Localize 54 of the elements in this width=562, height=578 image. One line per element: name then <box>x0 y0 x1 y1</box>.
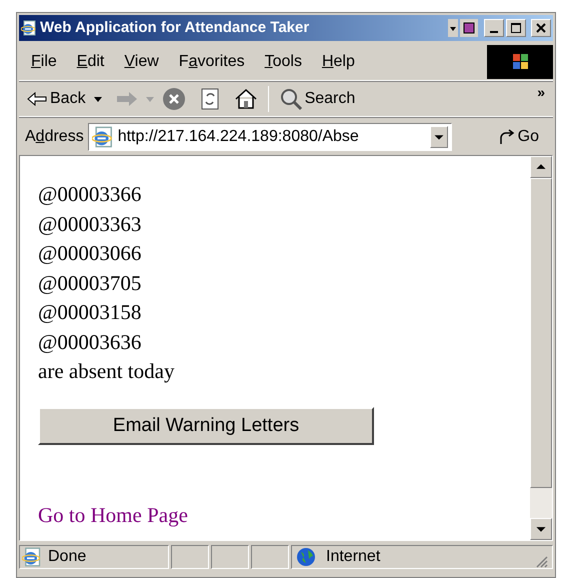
refresh-icon[interactable] <box>200 88 220 110</box>
absence-message: are absent today <box>38 358 176 385</box>
minimize-button[interactable] <box>484 19 504 37</box>
stop-icon[interactable] <box>162 87 186 111</box>
go-button[interactable]: Go <box>498 124 539 148</box>
grid-icon[interactable] <box>460 19 478 37</box>
dropdown-icon[interactable] <box>94 96 102 102</box>
menu-item[interactable]: File <box>31 50 57 74</box>
address-field[interactable]: http://217.164.224.189:8080/Abse <box>88 122 452 150</box>
home-icon[interactable] <box>234 88 258 110</box>
scroll-up-icon[interactable] <box>530 156 552 178</box>
go-arrow-icon <box>498 128 516 146</box>
status-panel <box>211 545 249 569</box>
menu-item[interactable]: Favorites <box>178 50 245 74</box>
email-warning-button[interactable]: Email Warning Letters <box>38 406 374 444</box>
dropdown-icon[interactable] <box>448 19 458 37</box>
student-id: @00003363 <box>38 210 142 238</box>
menu-item[interactable]: Help <box>322 50 355 74</box>
search-icon <box>278 87 303 111</box>
student-id: @00003158 <box>38 299 142 326</box>
browser-icon <box>21 20 37 36</box>
scroll-down-icon[interactable] <box>530 518 552 540</box>
windows-logo-icon <box>487 44 553 78</box>
scroll-thumb[interactable] <box>530 178 552 488</box>
maximize-button[interactable] <box>506 19 526 37</box>
window-title: Web Application for Attendance Taker <box>40 18 310 38</box>
student-id: @00003066 <box>38 240 142 267</box>
search-button[interactable]: Search <box>278 87 356 111</box>
maximize-icon <box>511 23 521 33</box>
address-value: http://217.164.224.189:8080/Abse <box>118 126 360 146</box>
scrollbar[interactable] <box>530 156 552 540</box>
student-id: @00003636 <box>38 328 142 356</box>
back-arrow-icon <box>27 92 47 106</box>
more-chevron[interactable]: » <box>537 82 545 103</box>
back-button[interactable]: Back <box>27 87 86 111</box>
close-button[interactable] <box>531 19 551 37</box>
menu-item[interactable]: Edit <box>76 50 104 74</box>
menu-item[interactable]: Tools <box>264 50 302 74</box>
menu-item[interactable]: View <box>124 50 159 74</box>
dropdown-icon[interactable] <box>430 126 448 148</box>
status-panel <box>251 545 289 569</box>
student-id: @00003366 <box>38 181 142 208</box>
zone-text: Internet <box>326 547 380 567</box>
status-text: Done <box>48 547 86 567</box>
minimize-icon <box>490 31 498 33</box>
page-icon <box>22 547 42 567</box>
student-id: @00003705 <box>38 270 142 296</box>
resize-grip-icon[interactable] <box>534 554 548 568</box>
status-panel <box>171 545 209 569</box>
globe-icon <box>296 547 316 567</box>
address-label: Address <box>25 126 84 146</box>
page-icon <box>92 126 114 148</box>
close-icon <box>536 23 546 33</box>
home-link[interactable]: Go to Home Page <box>38 502 188 526</box>
